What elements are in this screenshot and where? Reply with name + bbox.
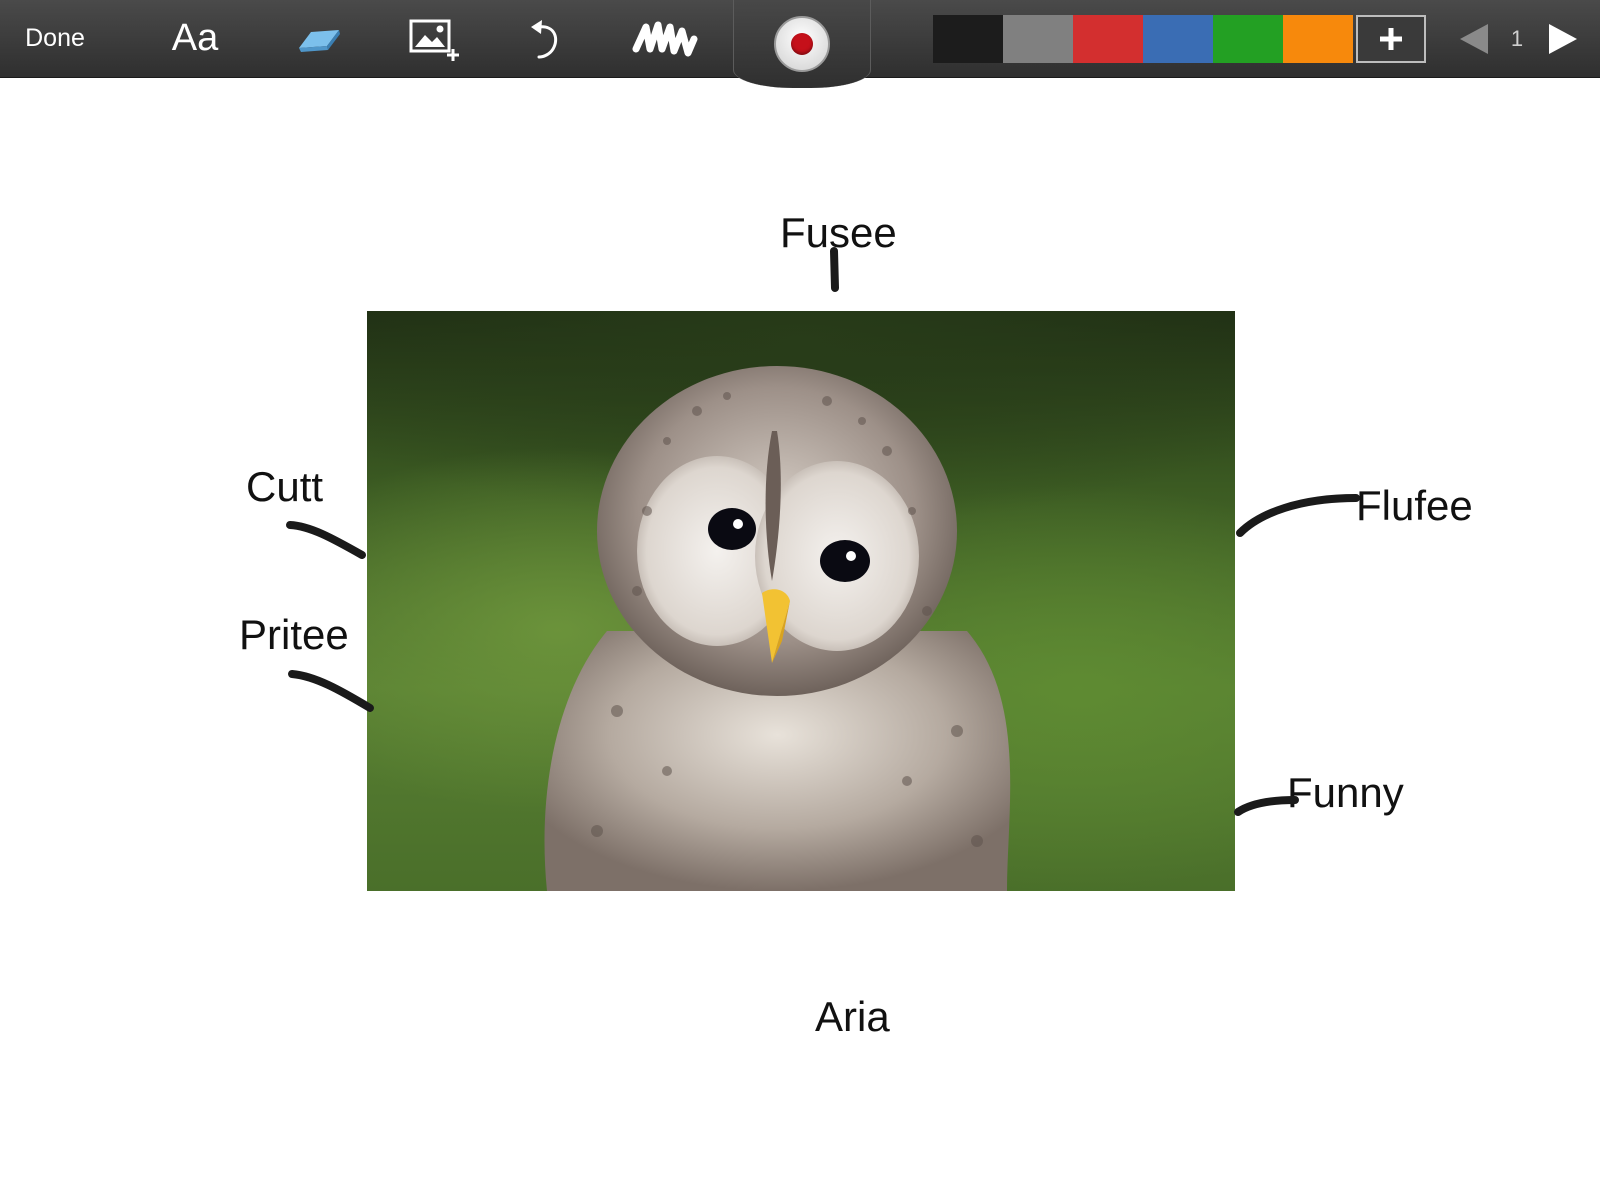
- ink-stroke-pritee: [288, 670, 374, 712]
- triangle-left-icon: [1460, 24, 1488, 54]
- text-tool-button[interactable]: Aa: [155, 0, 235, 77]
- ink-stroke-fusee: [830, 247, 839, 292]
- next-page-button[interactable]: [1545, 20, 1581, 58]
- owl-image: [544, 366, 1011, 891]
- page-number: 1: [1510, 25, 1524, 51]
- undo-button[interactable]: [510, 0, 580, 77]
- label-aria[interactable]: Aria: [815, 996, 890, 1038]
- owl-photo[interactable]: [367, 311, 1235, 891]
- previous-page-button[interactable]: [1456, 20, 1492, 58]
- done-button[interactable]: Done: [10, 0, 100, 77]
- drawing-canvas[interactable]: Fusee Cutt Pritee Flufee Funny Aria: [0, 78, 1600, 1200]
- color-swatch-gray[interactable]: [1003, 15, 1073, 63]
- color-palette: [933, 15, 1353, 63]
- record-button[interactable]: [774, 16, 830, 72]
- color-swatch-orange[interactable]: [1283, 15, 1353, 63]
- label-pritee[interactable]: Pritee: [239, 614, 349, 656]
- add-color-button[interactable]: [1356, 15, 1426, 63]
- brush-icon: [632, 21, 698, 56]
- color-swatch-blue[interactable]: [1143, 15, 1213, 63]
- eraser-icon: [299, 29, 340, 52]
- record-notch: [733, 0, 871, 88]
- color-swatch-black[interactable]: [933, 15, 1003, 63]
- label-cutt[interactable]: Cutt: [246, 466, 323, 508]
- color-swatch-green[interactable]: [1213, 15, 1283, 63]
- add-image-button[interactable]: [400, 0, 470, 77]
- triangle-right-icon: [1549, 24, 1577, 54]
- plus-icon: [1380, 28, 1402, 50]
- eraser-button[interactable]: [282, 0, 356, 77]
- label-flufee[interactable]: Flufee: [1356, 485, 1473, 527]
- record-icon: [791, 33, 813, 55]
- brush-button[interactable]: [620, 0, 710, 77]
- label-fusee[interactable]: Fusee: [780, 212, 897, 254]
- label-funny[interactable]: Funny: [1287, 772, 1404, 814]
- ink-stroke-flufee: [1236, 494, 1360, 537]
- color-swatch-red[interactable]: [1073, 15, 1143, 63]
- add-image-icon: [409, 19, 459, 61]
- undo-icon: [531, 19, 558, 58]
- toolbar: Done Aa 1: [0, 0, 1600, 88]
- ink-stroke-cutt: [286, 521, 366, 559]
